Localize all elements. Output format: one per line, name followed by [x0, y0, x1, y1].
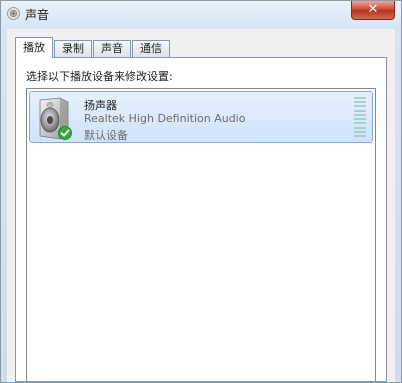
close-button[interactable]: ✕: [351, 1, 395, 20]
meter-bar: [354, 113, 366, 116]
volume-level-meter: [354, 97, 366, 137]
device-driver: Realtek High Definition Audio: [84, 112, 246, 125]
meter-bar: [354, 105, 366, 108]
meter-bar: [354, 122, 366, 125]
green-check-icon: [58, 126, 72, 140]
sound-dialog-window: 声音 ✕ 播放 录制 声音 通信 选择以下播放设备来修改设置: 扬声器 Real…: [0, 0, 402, 383]
device-name: 扬声器: [84, 99, 117, 112]
device-status: 默认设备: [84, 129, 128, 142]
tab-recording[interactable]: 录制: [54, 40, 92, 57]
meter-bar: [354, 126, 366, 129]
dialog-body: 播放 录制 声音 通信 选择以下播放设备来修改设置: 扬声器 Realtek H…: [7, 29, 395, 382]
tab-sounds[interactable]: 声音: [93, 40, 131, 57]
meter-bar: [354, 97, 366, 99]
tab-strip: 播放 录制 声音 通信: [15, 35, 171, 58]
window-title: 声音: [25, 8, 50, 22]
device-list[interactable]: 扬声器 Realtek High Definition Audio 默认设备: [26, 88, 376, 381]
playback-panel: 选择以下播放设备来修改设置: 扬声器 Realtek High Definiti…: [15, 57, 387, 382]
tab-communications[interactable]: 通信: [132, 40, 170, 57]
tab-playback[interactable]: 播放: [15, 37, 53, 58]
meter-bar: [354, 134, 366, 137]
title-bar[interactable]: 声音 ✕: [1, 1, 401, 27]
meter-bar: [354, 109, 366, 112]
meter-bar: [354, 101, 366, 104]
meter-bar: [354, 118, 366, 121]
instruction-text: 选择以下播放设备来修改设置:: [26, 70, 173, 83]
meter-bar: [354, 130, 366, 133]
speaker-icon: [7, 7, 20, 20]
device-item-speaker[interactable]: 扬声器 Realtek High Definition Audio 默认设备: [29, 91, 373, 143]
